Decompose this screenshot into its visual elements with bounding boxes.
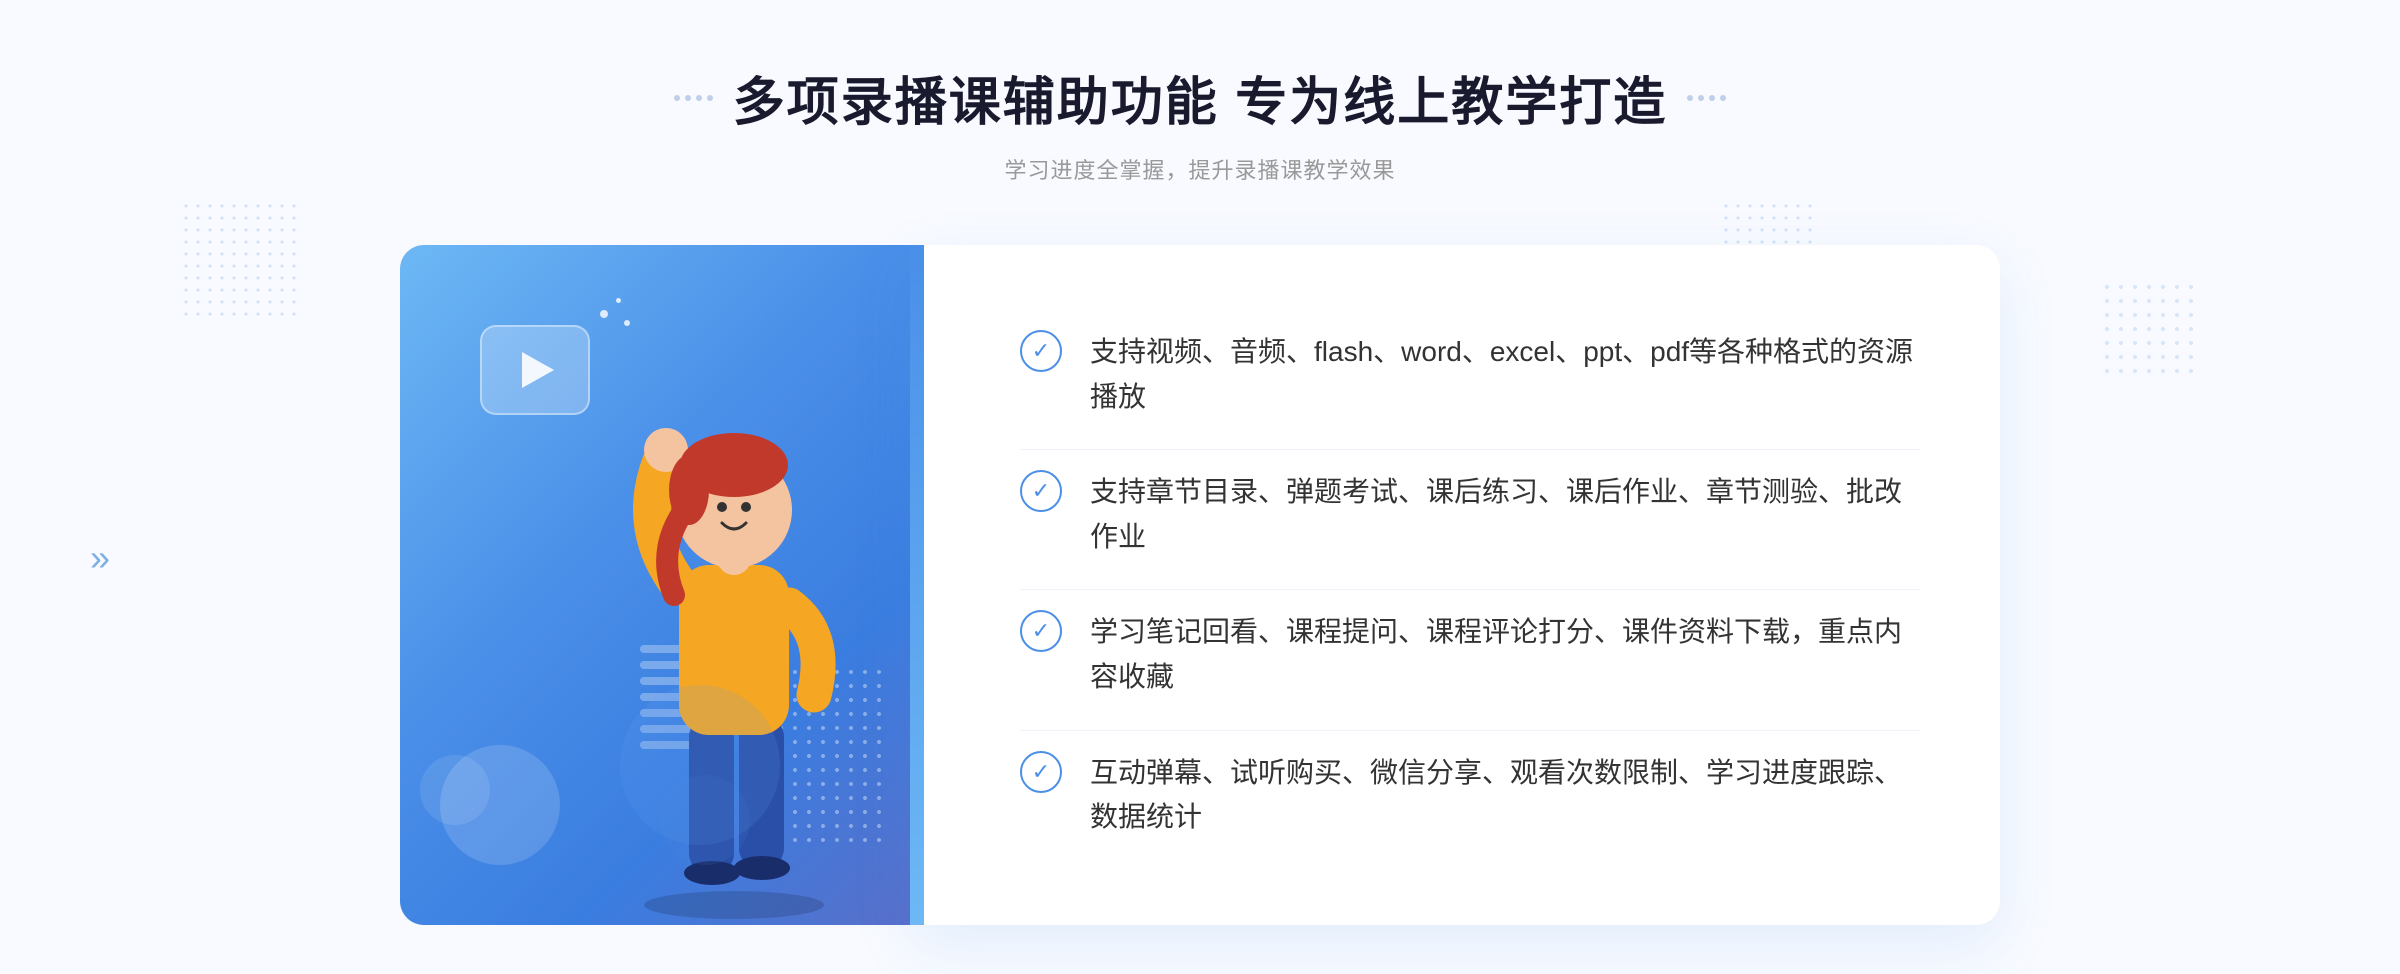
check-mark: ✓ xyxy=(1032,480,1050,502)
sparkle-dot xyxy=(624,320,630,326)
feature-item: ✓ 支持章节目录、弹题考试、课后练习、课后作业、章节测验、批改作业 xyxy=(1020,449,1920,580)
check-icon-4: ✓ xyxy=(1020,751,1062,793)
dot xyxy=(1720,95,1726,101)
feature-text-1: 支持视频、音频、flash、word、excel、ppt、pdf等各种格式的资源… xyxy=(1090,330,1920,420)
check-icon-2: ✓ xyxy=(1020,470,1062,512)
feature-item: ✓ 支持视频、音频、flash、word、excel、ppt、pdf等各种格式的… xyxy=(1020,310,1920,440)
dot xyxy=(1687,95,1693,101)
page-container: » 多项录播课辅助功能 专为线上教学打造 学习进度全掌握，提升录播课教学效果 xyxy=(0,0,2400,974)
feature-panel: ✓ 支持视频、音频、flash、word、excel、ppt、pdf等各种格式的… xyxy=(910,245,2000,925)
main-content: ✓ 支持视频、音频、flash、word、excel、ppt、pdf等各种格式的… xyxy=(400,245,2000,925)
sparkle-dot xyxy=(600,310,608,318)
dot xyxy=(707,95,713,101)
illustration-card xyxy=(400,245,940,925)
feature-item: ✓ 互动弹幕、试听购买、微信分享、观看次数限制、学习进度跟踪、数据统计 xyxy=(1020,730,1920,861)
deco-circle-small xyxy=(420,755,490,825)
title-row: 多项录播课辅助功能 专为线上教学打造 xyxy=(674,60,1726,135)
feature-text-3: 学习笔记回看、课程提问、课程评论打分、课件资料下载，重点内容收藏 xyxy=(1090,610,1920,700)
dots-decoration-left xyxy=(180,200,300,320)
chevron-left-icon: » xyxy=(90,540,110,576)
dot xyxy=(674,95,680,101)
check-mark: ✓ xyxy=(1032,340,1050,362)
dots-decoration-right2 xyxy=(2100,280,2200,380)
sparkle-dot xyxy=(616,298,621,303)
page-header: 多项录播课辅助功能 专为线上教学打造 学习进度全掌握，提升录播课教学效果 xyxy=(674,60,1726,185)
check-icon-1: ✓ xyxy=(1020,330,1062,372)
blue-accent-strip xyxy=(910,245,924,925)
title-dots-right xyxy=(1687,95,1726,101)
dot xyxy=(1709,95,1715,101)
page-subtitle: 学习进度全掌握，提升录播课教学效果 xyxy=(674,153,1726,185)
dot xyxy=(696,95,702,101)
dot xyxy=(1698,95,1704,101)
light-circle-small xyxy=(660,775,750,865)
feature-text-4: 互动弹幕、试听购买、微信分享、观看次数限制、学习进度跟踪、数据统计 xyxy=(1090,751,1920,841)
play-icon xyxy=(522,352,554,388)
check-mark: ✓ xyxy=(1032,761,1050,783)
title-dots-left xyxy=(674,95,713,101)
check-icon-3: ✓ xyxy=(1020,610,1062,652)
dot xyxy=(685,95,691,101)
feature-item: ✓ 学习笔记回看、课程提问、课程评论打分、课件资料下载，重点内容收藏 xyxy=(1020,589,1920,720)
feature-text-2: 支持章节目录、弹题考试、课后练习、课后作业、章节测验、批改作业 xyxy=(1090,470,1920,560)
check-mark: ✓ xyxy=(1032,620,1050,642)
page-title: 多项录播课辅助功能 专为线上教学打造 xyxy=(733,60,1667,135)
